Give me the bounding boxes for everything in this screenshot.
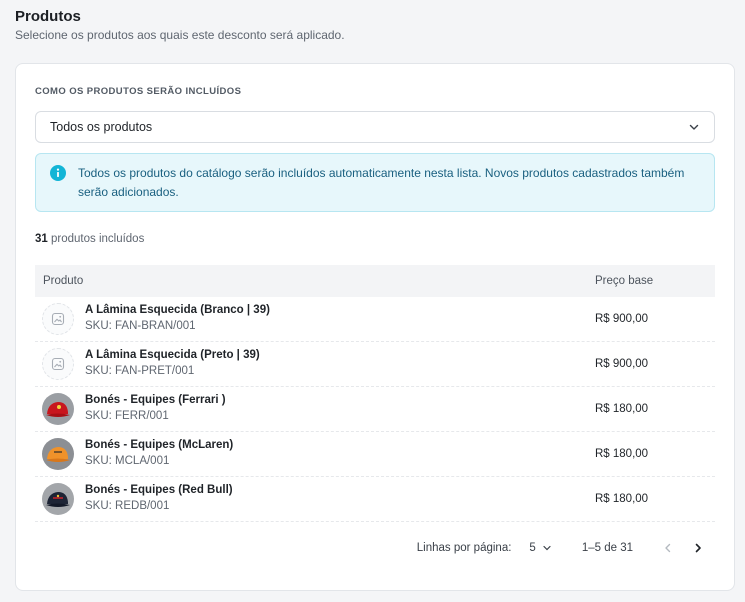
product-price: R$ 900,00 — [595, 358, 649, 370]
table-row[interactable]: Bonés - Equipes (McLaren) SKU: MCLA/001 … — [35, 432, 715, 477]
pagination: Linhas por página: 5 1–5 de 31 — [35, 536, 715, 560]
product-sku: SKU: FAN-BRAN/001 — [85, 320, 196, 332]
page-range: 1–5 de 31 — [581, 542, 633, 554]
chevron-down-icon — [543, 545, 551, 551]
product-price: R$ 180,00 — [595, 403, 649, 415]
included-count-suffix: produtos incluídos — [47, 233, 145, 245]
image-placeholder-icon — [42, 348, 74, 380]
product-name: Bonés - Equipes (Ferrari ) — [85, 394, 226, 406]
previous-page-button[interactable] — [657, 537, 679, 559]
navy-cap-image — [42, 483, 74, 515]
image-placeholder-icon — [42, 303, 74, 335]
chevron-right-icon — [695, 543, 701, 553]
section-subtitle: Selecione os produtos aos quais este des… — [15, 28, 345, 42]
product-name: A Lâmina Esquecida (Preto | 39) — [85, 349, 260, 361]
rows-per-page-select[interactable]: 5 — [529, 542, 551, 554]
column-product: Produto — [43, 275, 84, 287]
product-sku: SKU: REDB/001 — [85, 500, 170, 512]
next-page-button[interactable] — [687, 537, 709, 559]
product-price: R$ 900,00 — [595, 313, 649, 325]
product-sku: SKU: MCLA/001 — [85, 455, 170, 467]
product-price: R$ 180,00 — [595, 448, 649, 460]
chevron-down-icon — [689, 124, 699, 130]
inclusion-select-value: Todos os produtos — [50, 120, 153, 134]
inclusion-label: Como os produtos serão incluídos — [35, 86, 242, 97]
chevron-left-icon — [665, 543, 671, 553]
product-name: A Lâmina Esquecida (Branco | 39) — [85, 304, 270, 316]
alert-text: Todos os produtos do catálogo serão incl… — [78, 166, 685, 199]
included-count-number: 31 — [35, 233, 48, 245]
inclusion-select[interactable]: Todos os produtos — [35, 111, 715, 143]
rows-per-page-value: 5 — [529, 542, 536, 554]
product-name: Bonés - Equipes (McLaren) — [85, 439, 234, 451]
table-header: Produto Preço base — [35, 265, 715, 297]
orange-cap-image — [42, 438, 74, 470]
info-alert: Todos os produtos do catálogo serão incl… — [35, 153, 715, 212]
products-card: Como os produtos serão incluídos Todos o… — [15, 63, 735, 591]
product-price: R$ 180,00 — [595, 493, 649, 505]
info-icon — [50, 165, 66, 181]
table-row[interactable]: A Lâmina Esquecida (Preto | 39) SKU: FAN… — [35, 342, 715, 387]
table-row[interactable]: A Lâmina Esquecida (Branco | 39) SKU: FA… — [35, 297, 715, 342]
product-sku: SKU: FAN-PRET/001 — [85, 365, 195, 377]
product-name: Bonés - Equipes (Red Bull) — [85, 484, 233, 496]
red-cap-image — [42, 393, 74, 425]
column-price: Preço base — [595, 275, 654, 287]
table-row[interactable]: Bonés - Equipes (Ferrari ) SKU: FERR/001… — [35, 387, 715, 432]
products-table: Produto Preço base A Lâmina Esquecida (B… — [35, 265, 715, 522]
rows-per-page-label: Linhas por página: — [416, 542, 512, 554]
table-row[interactable]: Bonés - Equipes (Red Bull) SKU: REDB/001… — [35, 477, 715, 522]
included-count: 31 produtos incluídos — [35, 233, 144, 245]
product-sku: SKU: FERR/001 — [85, 410, 169, 422]
section-title: Produtos — [15, 8, 81, 25]
